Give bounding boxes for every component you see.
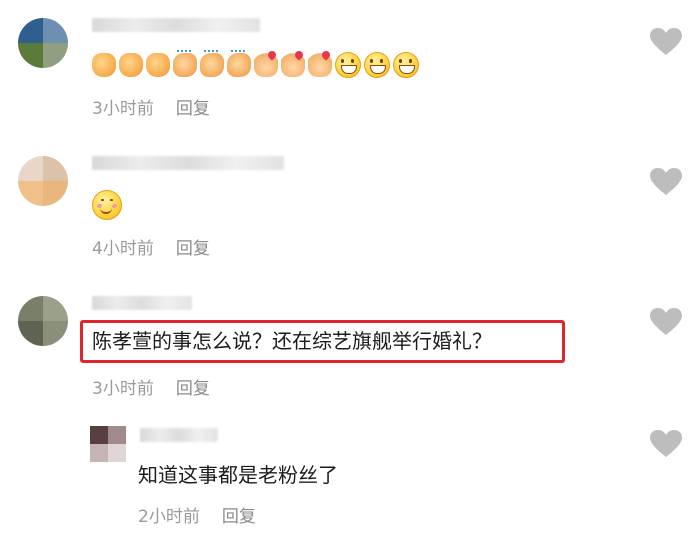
comment-time: 2小时前 (138, 507, 200, 527)
reply-button[interactable]: 回复 (176, 239, 210, 259)
grin-emoji-icon (335, 52, 361, 78)
avatar[interactable] (90, 426, 126, 462)
emoji-row (92, 50, 419, 78)
comment-time: 3小时前 (92, 379, 154, 399)
username-blurred (92, 156, 284, 170)
like-button[interactable] (650, 430, 682, 458)
comment-meta: 3小时前 回复 (92, 98, 210, 120)
blush-smile-emoji-icon (92, 190, 122, 220)
like-button[interactable] (650, 308, 682, 336)
clap-emoji-icon (200, 50, 224, 77)
comment-text: 陈孝萱的事怎么说？还在综艺旗舰举行婚礼？ (92, 329, 492, 353)
username-blurred (92, 296, 192, 310)
heart-icon (650, 308, 682, 335)
thumbs-up-emoji-icon (119, 53, 143, 77)
heart-icon (650, 168, 682, 195)
like-button[interactable] (650, 168, 682, 196)
comment-meta: 3小时前 回复 (92, 378, 210, 400)
grin-emoji-icon (364, 52, 390, 78)
comment-meta: 4小时前 回复 (92, 238, 210, 260)
comment-item: 4小时前 回复 (0, 138, 700, 273)
comment-time: 3小时前 (92, 99, 154, 119)
thumbs-up-emoji-icon (92, 53, 116, 77)
heart-icon (650, 28, 682, 55)
avatar[interactable] (18, 296, 68, 346)
comment-time: 4小时前 (92, 239, 154, 259)
avatar[interactable] (18, 18, 68, 68)
thumbs-up-emoji-icon (146, 53, 170, 77)
username-blurred (92, 18, 260, 32)
comment-meta: 2小时前 回复 (138, 506, 256, 528)
clap-emoji-icon (227, 50, 251, 77)
reply-comment-item: 知道这事都是老粉丝了 2小时前 回复 (0, 418, 700, 538)
reply-button[interactable]: 回复 (222, 507, 256, 527)
finger-heart-emoji-icon (254, 53, 278, 77)
clap-emoji-icon (173, 50, 197, 77)
avatar[interactable] (18, 156, 68, 206)
heart-icon (650, 430, 682, 457)
finger-heart-emoji-icon (308, 53, 332, 77)
username-blurred (140, 428, 218, 442)
comment-item: 陈孝萱的事怎么说？还在综艺旗舰举行婚礼？ 3小时前 回复 (0, 280, 700, 415)
reply-button[interactable]: 回复 (176, 379, 210, 399)
finger-heart-emoji-icon (281, 53, 305, 77)
comment-item: 3小时前 回复 (0, 0, 700, 135)
comment-text: 知道这事都是老粉丝了 (138, 463, 338, 487)
grin-emoji-icon (393, 52, 419, 78)
reply-button[interactable]: 回复 (176, 99, 210, 119)
emoji-row (92, 190, 122, 220)
like-button[interactable] (650, 28, 682, 56)
